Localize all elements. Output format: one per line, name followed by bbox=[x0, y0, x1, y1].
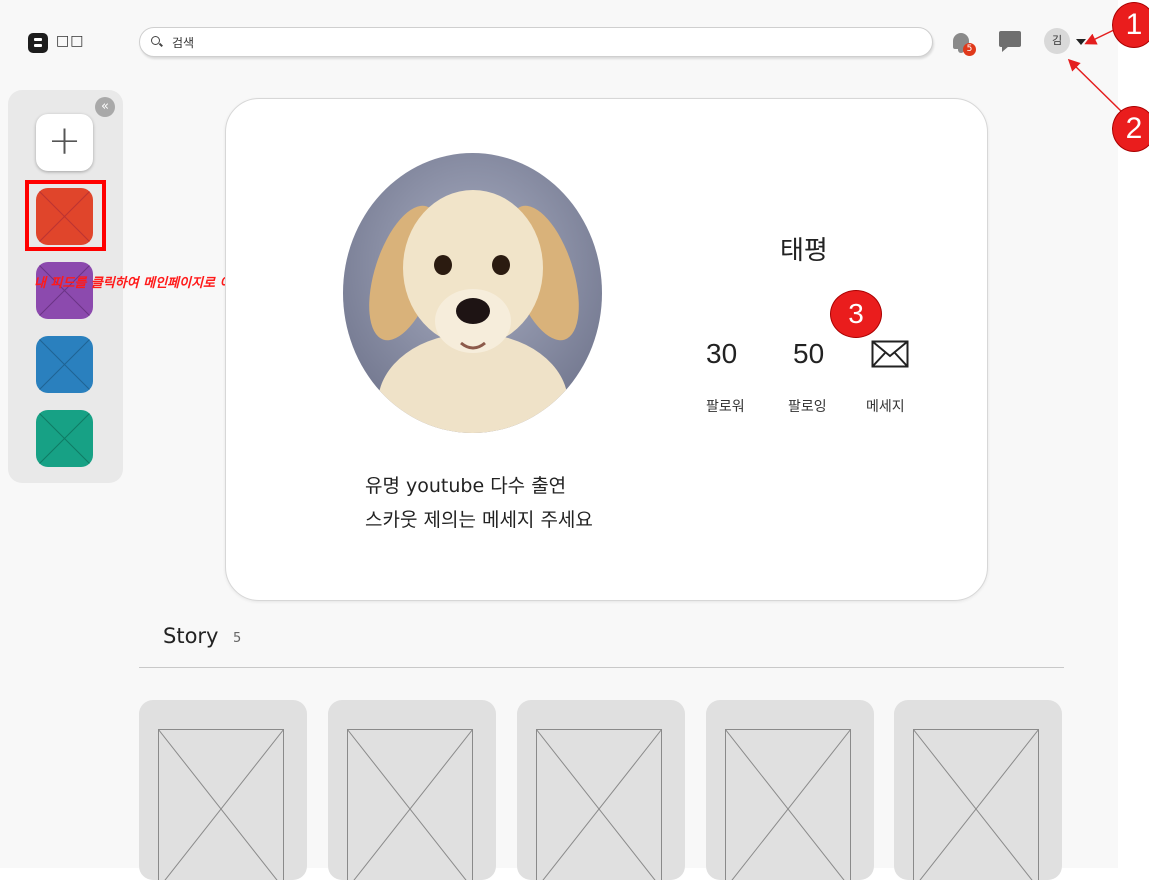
profile-name: 태평 bbox=[780, 230, 828, 267]
logo-text[interactable]: □□ bbox=[56, 33, 84, 49]
feed-thumbnail-icon bbox=[36, 410, 93, 467]
bio-line: 유명 youtube 다수 출연 bbox=[365, 469, 593, 503]
account-dropdown-caret-icon[interactable] bbox=[1076, 39, 1086, 45]
callout-2: 2 bbox=[1112, 106, 1149, 152]
notification-badge: 5 bbox=[963, 43, 976, 56]
collapse-sidebar-icon[interactable]: « bbox=[95, 97, 115, 117]
chat-bubble-tail bbox=[1002, 46, 1009, 52]
story-card[interactable] bbox=[706, 700, 874, 880]
following-label[interactable]: 팔로잉 bbox=[788, 396, 827, 416]
message-label[interactable]: 메세지 bbox=[866, 396, 905, 416]
story-image-placeholder-icon bbox=[725, 729, 851, 880]
story-image-placeholder-icon bbox=[913, 729, 1039, 880]
story-count: 5 bbox=[233, 631, 241, 646]
story-card[interactable] bbox=[328, 700, 496, 880]
chat-icon[interactable] bbox=[999, 31, 1021, 51]
followers-label[interactable]: 팔로워 bbox=[706, 396, 745, 416]
feed-thumbnail-icon bbox=[36, 336, 93, 393]
message-envelope-icon[interactable] bbox=[871, 340, 909, 368]
story-image-placeholder-icon bbox=[158, 729, 284, 880]
followers-count[interactable]: 30 bbox=[706, 338, 737, 370]
notification-bell-icon[interactable]: 5 bbox=[951, 30, 973, 56]
blogger-logo-icon[interactable] bbox=[28, 33, 48, 53]
profile-bio: 유명 youtube 다수 출연 스카웃 제의는 메세지 주세요 bbox=[365, 469, 593, 537]
callout-3: 3 bbox=[830, 290, 882, 338]
feed-item[interactable] bbox=[36, 410, 93, 467]
feed-highlight-box bbox=[25, 180, 106, 251]
avatar[interactable]: 김 bbox=[1044, 28, 1070, 54]
story-title: Story bbox=[163, 624, 218, 648]
story-divider bbox=[139, 667, 1064, 668]
story-image-placeholder-icon bbox=[347, 729, 473, 880]
feed-item[interactable] bbox=[36, 336, 93, 393]
callout-1: 1 bbox=[1112, 2, 1149, 48]
search-bar[interactable] bbox=[139, 27, 933, 57]
bio-line: 스카웃 제의는 메세지 주세요 bbox=[365, 503, 593, 537]
search-input[interactable] bbox=[170, 32, 874, 54]
story-card[interactable] bbox=[517, 700, 685, 880]
add-feed-button[interactable]: + bbox=[36, 114, 93, 171]
search-icon bbox=[151, 36, 160, 45]
profile-photo bbox=[343, 153, 602, 433]
story-card[interactable] bbox=[139, 700, 307, 880]
chat-bubble bbox=[999, 31, 1021, 47]
feed-annotation-text: 내 피드를 클릭하여 메인페이지로 이동! bbox=[34, 272, 249, 291]
puppy-image-icon bbox=[343, 153, 602, 433]
story-card[interactable] bbox=[894, 700, 1062, 880]
story-image-placeholder-icon bbox=[536, 729, 662, 880]
following-count[interactable]: 50 bbox=[793, 338, 824, 370]
